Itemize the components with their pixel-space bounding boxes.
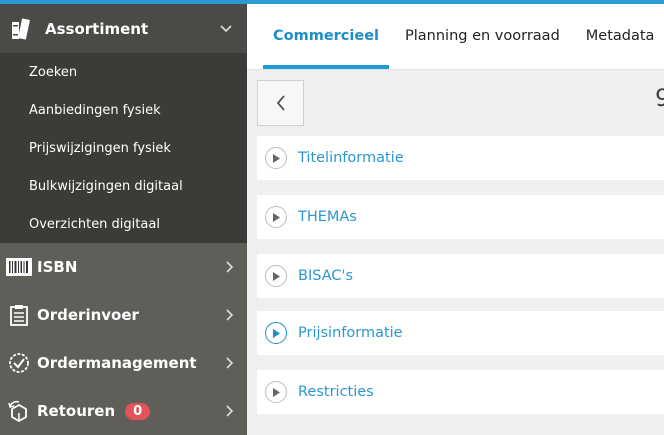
sidebar-header-label: Assortiment xyxy=(45,19,149,38)
chevron-right-icon xyxy=(226,357,234,369)
chevron-right-icon xyxy=(226,309,234,321)
return-box-icon xyxy=(6,398,32,424)
tab-bar: Commercieel Planning en voorraad Metadat… xyxy=(247,4,664,70)
sidebar: Assortiment Zoeken Aanbiedingen fysiek P… xyxy=(0,0,247,435)
panel-bisacs[interactable]: BISAC's xyxy=(257,254,664,298)
expand-icon[interactable] xyxy=(265,381,287,403)
expand-icon[interactable] xyxy=(265,206,287,228)
sidebar-subitem-overzichten-digitaal[interactable]: Overzichten digitaal xyxy=(0,205,247,243)
chevron-left-icon xyxy=(276,95,285,111)
check-circle-icon xyxy=(6,350,32,376)
main-content: Commercieel Planning en voorraad Metadat… xyxy=(247,0,664,435)
panel-label: BISAC's xyxy=(298,268,354,284)
expand-icon[interactable] xyxy=(265,322,287,344)
back-button[interactable] xyxy=(257,80,304,126)
panel-prijsinformatie[interactable]: Prijsinformatie xyxy=(257,311,664,355)
sidebar-subitem-zoeken[interactable]: Zoeken xyxy=(0,53,247,91)
expand-icon[interactable] xyxy=(265,265,287,287)
sidebar-item-retouren[interactable]: Retouren 0 xyxy=(0,387,247,435)
tab-commercieel[interactable]: Commercieel xyxy=(263,3,390,69)
chevron-right-icon xyxy=(226,261,234,273)
sidebar-submenu: Zoeken Aanbiedingen fysiek Prijswijzigin… xyxy=(0,53,247,243)
books-icon xyxy=(12,17,30,40)
expand-icon[interactable] xyxy=(265,147,287,169)
panel-titelinformatie[interactable]: Titelinformatie xyxy=(257,136,664,180)
clipboard-icon xyxy=(6,302,32,328)
tab-metadata[interactable]: Metadata xyxy=(576,3,664,69)
toolbar: 9 xyxy=(247,70,664,132)
chevron-right-icon xyxy=(226,405,234,417)
panel-label: Prijsinformatie xyxy=(298,325,403,341)
panel-label: THEMAs xyxy=(298,209,357,225)
sidebar-item-orderinvoer[interactable]: Orderinvoer xyxy=(0,291,247,339)
sidebar-item-label: ISBN xyxy=(37,258,78,276)
sidebar-subitem-aanbiedingen-fysiek[interactable]: Aanbiedingen fysiek xyxy=(0,91,247,129)
sidebar-item-ordermanagement[interactable]: Ordermanagement xyxy=(0,339,247,387)
sidebar-subitem-bulkwijzigingen-digitaal[interactable]: Bulkwijzigingen digitaal xyxy=(0,167,247,205)
sidebar-item-label: Retouren xyxy=(37,402,116,420)
panel-themas[interactable]: THEMAs xyxy=(257,195,664,239)
panel-label: Titelinformatie xyxy=(298,150,404,166)
sidebar-item-label: Ordermanagement xyxy=(37,354,197,372)
chevron-down-icon[interactable] xyxy=(219,22,233,36)
sidebar-header-assortiment[interactable]: Assortiment xyxy=(0,0,247,53)
panel-restricties[interactable]: Restricties xyxy=(257,370,664,414)
sidebar-item-isbn[interactable]: ISBN xyxy=(0,243,247,291)
truncated-heading: 9 xyxy=(655,84,664,112)
tab-planning-en-voorraad[interactable]: Planning en voorraad xyxy=(395,3,570,69)
sidebar-item-label: Orderinvoer xyxy=(37,306,139,324)
count-badge: 0 xyxy=(125,402,151,420)
sidebar-subitem-prijswijzigingen-fysiek[interactable]: Prijswijzigingen fysiek xyxy=(0,129,247,167)
barcode-icon xyxy=(6,254,32,280)
panel-label: Restricties xyxy=(298,384,374,400)
